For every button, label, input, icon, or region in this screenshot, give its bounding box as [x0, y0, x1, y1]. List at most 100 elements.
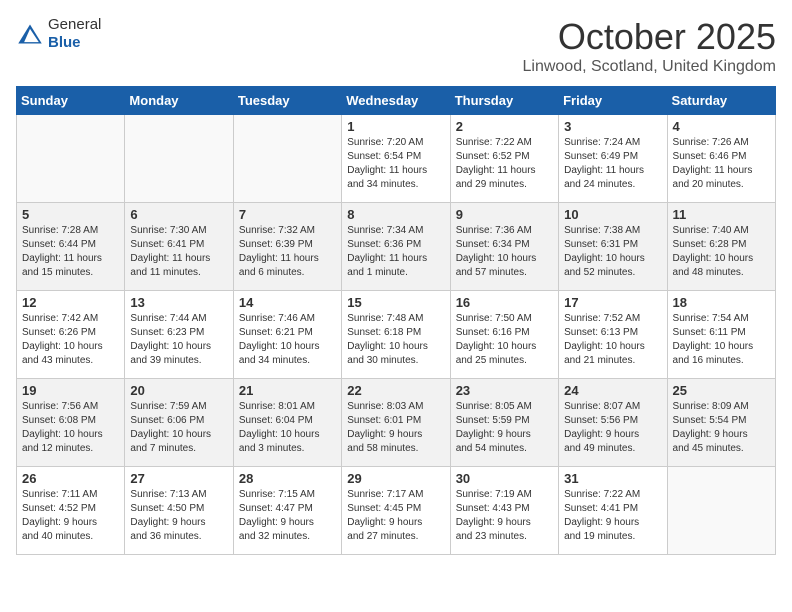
calendar-cell: 24 Sunrise: 8:07 AM Sunset: 5:56 PM Dayli…: [559, 379, 667, 467]
day-info: Sunrise: 7:56 AM Sunset: 6:08 PM Dayligh…: [22, 400, 119, 456]
day-number: 16: [456, 295, 553, 310]
calendar-cell: 3 Sunrise: 7:24 AM Sunset: 6:49 PM Daylig…: [559, 115, 667, 203]
calendar-cell: 16 Sunrise: 7:50 AM Sunset: 6:16 PM Dayli…: [450, 291, 558, 379]
calendar-week-row: 1 Sunrise: 7:20 AM Sunset: 6:54 PM Daylig…: [17, 115, 776, 203]
day-number: 1: [347, 119, 444, 134]
day-info: Sunrise: 7:59 AM Sunset: 6:06 PM Dayligh…: [130, 400, 227, 456]
day-info: Sunrise: 7:50 AM Sunset: 6:16 PM Dayligh…: [456, 312, 553, 368]
calendar-cell: 10 Sunrise: 7:38 AM Sunset: 6:31 PM Dayli…: [559, 203, 667, 291]
day-number: 20: [130, 383, 227, 398]
calendar-cell: 13Sunrise: 7:44 AM Sunset: 6:23 PM Dayli…: [125, 291, 233, 379]
day-info: Sunrise: 7:24 AM Sunset: 6:49 PM Dayligh…: [564, 136, 661, 192]
header-thursday: Thursday: [450, 87, 558, 115]
day-info: Sunrise: 7:28 AM Sunset: 6:44 PM Dayligh…: [22, 224, 119, 280]
calendar-cell: 14Sunrise: 7:46 AM Sunset: 6:21 PM Dayli…: [233, 291, 341, 379]
calendar-cell: 2Sunrise: 7:22 AM Sunset: 6:52 PM Daylig…: [450, 115, 558, 203]
calendar-cell: 5 Sunrise: 7:28 AM Sunset: 6:44 PM Daylig…: [17, 203, 125, 291]
day-info: Sunrise: 7:22 AM Sunset: 4:41 PM Dayligh…: [564, 488, 661, 544]
day-number: 28: [239, 471, 336, 486]
day-number: 24: [564, 383, 661, 398]
title-block: October 2025 Linwood, Scotland, United K…: [523, 16, 777, 76]
calendar-week-row: 19 Sunrise: 7:56 AM Sunset: 6:08 PM Dayli…: [17, 379, 776, 467]
calendar-cell: 23 Sunrise: 8:05 AM Sunset: 5:59 PM Dayli…: [450, 379, 558, 467]
day-info: Sunrise: 7:30 AM Sunset: 6:41 PM Dayligh…: [130, 224, 227, 280]
calendar-cell: 1 Sunrise: 7:20 AM Sunset: 6:54 PM Daylig…: [342, 115, 450, 203]
calendar-week-row: 12 Sunrise: 7:42 AM Sunset: 6:26 PM Dayli…: [17, 291, 776, 379]
logo: General Blue: [16, 16, 101, 52]
day-number: 11: [673, 207, 770, 222]
day-number: 9: [456, 207, 553, 222]
day-number: 2: [456, 119, 553, 134]
day-info: Sunrise: 8:01 AM Sunset: 6:04 PM Dayligh…: [239, 400, 336, 456]
day-number: 3: [564, 119, 661, 134]
day-number: 6: [130, 207, 227, 222]
header-monday: Monday: [125, 87, 233, 115]
header-tuesday: Tuesday: [233, 87, 341, 115]
calendar-cell: 8 Sunrise: 7:34 AM Sunset: 6:36 PM Daylig…: [342, 203, 450, 291]
day-number: 26: [22, 471, 119, 486]
day-info: Sunrise: 7:36 AM Sunset: 6:34 PM Dayligh…: [456, 224, 553, 280]
day-info: Sunrise: 7:38 AM Sunset: 6:31 PM Dayligh…: [564, 224, 661, 280]
calendar-week-row: 26Sunrise: 7:11 AM Sunset: 4:52 PM Dayli…: [17, 467, 776, 555]
day-number: 30: [456, 471, 553, 486]
day-number: 19: [22, 383, 119, 398]
month-title: October 2025: [523, 16, 777, 58]
calendar-cell: 6 Sunrise: 7:30 AM Sunset: 6:41 PM Daylig…: [125, 203, 233, 291]
calendar-cell: 30 Sunrise: 7:19 AM Sunset: 4:43 PM Dayli…: [450, 467, 558, 555]
day-info: Sunrise: 7:20 AM Sunset: 6:54 PM Dayligh…: [347, 136, 444, 192]
calendar-cell: 15Sunrise: 7:48 AM Sunset: 6:18 PM Dayli…: [342, 291, 450, 379]
day-info: Sunrise: 8:05 AM Sunset: 5:59 PM Dayligh…: [456, 400, 553, 456]
day-number: 5: [22, 207, 119, 222]
logo-general-text: General: [48, 16, 101, 33]
header-wednesday: Wednesday: [342, 87, 450, 115]
day-number: 25: [673, 383, 770, 398]
day-number: 27: [130, 471, 227, 486]
calendar-cell: 12 Sunrise: 7:42 AM Sunset: 6:26 PM Dayli…: [17, 291, 125, 379]
day-info: Sunrise: 7:15 AM Sunset: 4:47 PM Dayligh…: [239, 488, 336, 544]
day-info: Sunrise: 8:07 AM Sunset: 5:56 PM Dayligh…: [564, 400, 661, 456]
calendar-cell: 9 Sunrise: 7:36 AM Sunset: 6:34 PM Daylig…: [450, 203, 558, 291]
day-number: 4: [673, 119, 770, 134]
calendar-cell: 26Sunrise: 7:11 AM Sunset: 4:52 PM Dayli…: [17, 467, 125, 555]
page-header: General Blue October 2025 Linwood, Scotl…: [16, 16, 776, 76]
calendar-cell: 27Sunrise: 7:13 AM Sunset: 4:50 PM Dayli…: [125, 467, 233, 555]
day-number: 31: [564, 471, 661, 486]
day-info: Sunrise: 7:46 AM Sunset: 6:21 PM Dayligh…: [239, 312, 336, 368]
day-number: 21: [239, 383, 336, 398]
calendar-header-row: SundayMondayTuesdayWednesdayThursdayFrid…: [17, 87, 776, 115]
calendar-cell: 22Sunrise: 8:03 AM Sunset: 6:01 PM Dayli…: [342, 379, 450, 467]
calendar-cell: [667, 467, 775, 555]
day-number: 8: [347, 207, 444, 222]
day-number: 7: [239, 207, 336, 222]
calendar-cell: 11 Sunrise: 7:40 AM Sunset: 6:28 PM Dayli…: [667, 203, 775, 291]
day-info: Sunrise: 7:17 AM Sunset: 4:45 PM Dayligh…: [347, 488, 444, 544]
day-number: 22: [347, 383, 444, 398]
day-number: 23: [456, 383, 553, 398]
header-saturday: Saturday: [667, 87, 775, 115]
day-info: Sunrise: 7:19 AM Sunset: 4:43 PM Dayligh…: [456, 488, 553, 544]
day-number: 17: [564, 295, 661, 310]
day-number: 12: [22, 295, 119, 310]
logo-icon: [16, 23, 44, 45]
day-number: 18: [673, 295, 770, 310]
calendar-cell: 19 Sunrise: 7:56 AM Sunset: 6:08 PM Dayli…: [17, 379, 125, 467]
calendar-cell: 25Sunrise: 8:09 AM Sunset: 5:54 PM Dayli…: [667, 379, 775, 467]
day-info: Sunrise: 7:40 AM Sunset: 6:28 PM Dayligh…: [673, 224, 770, 280]
day-number: 10: [564, 207, 661, 222]
calendar-cell: 17 Sunrise: 7:52 AM Sunset: 6:13 PM Dayli…: [559, 291, 667, 379]
calendar-cell: 29Sunrise: 7:17 AM Sunset: 4:45 PM Dayli…: [342, 467, 450, 555]
day-info: Sunrise: 7:26 AM Sunset: 6:46 PM Dayligh…: [673, 136, 770, 192]
day-info: Sunrise: 7:44 AM Sunset: 6:23 PM Dayligh…: [130, 312, 227, 368]
calendar-cell: [233, 115, 341, 203]
header-friday: Friday: [559, 87, 667, 115]
calendar-week-row: 5 Sunrise: 7:28 AM Sunset: 6:44 PM Daylig…: [17, 203, 776, 291]
calendar-table: SundayMondayTuesdayWednesdayThursdayFrid…: [16, 86, 776, 555]
calendar-cell: 28 Sunrise: 7:15 AM Sunset: 4:47 PM Dayli…: [233, 467, 341, 555]
day-info: Sunrise: 7:52 AM Sunset: 6:13 PM Dayligh…: [564, 312, 661, 368]
day-info: Sunrise: 7:34 AM Sunset: 6:36 PM Dayligh…: [347, 224, 444, 280]
calendar-cell: [125, 115, 233, 203]
calendar-cell: 7Sunrise: 7:32 AM Sunset: 6:39 PM Daylig…: [233, 203, 341, 291]
calendar-cell: 4 Sunrise: 7:26 AM Sunset: 6:46 PM Daylig…: [667, 115, 775, 203]
header-sunday: Sunday: [17, 87, 125, 115]
day-info: Sunrise: 7:42 AM Sunset: 6:26 PM Dayligh…: [22, 312, 119, 368]
